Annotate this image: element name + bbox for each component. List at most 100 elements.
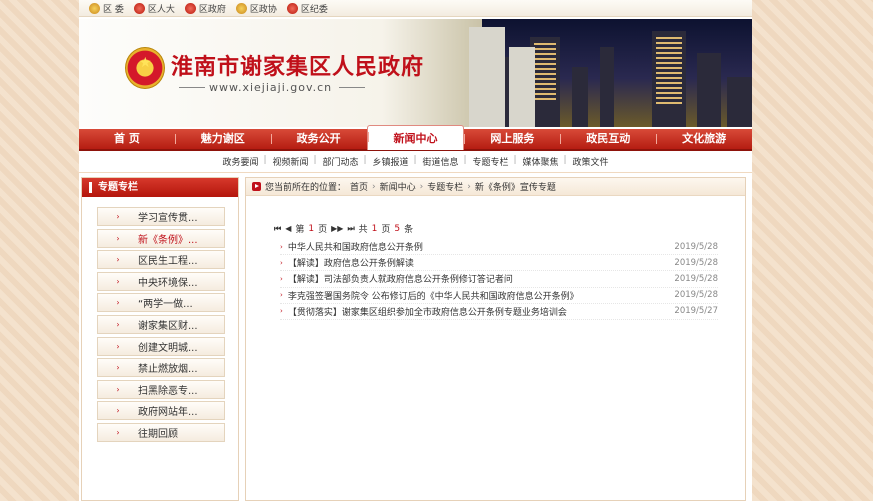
site-url: www.xiejiaji.gov.cn (209, 81, 333, 94)
main-navigation: 首 页 魅力谢区 政务公开 新闻中心 网上服务 政民互动 文化旅游 (79, 125, 752, 151)
location-arrow-icon (252, 182, 261, 191)
news-link[interactable]: › 中华人民共和国政府信息公开条例 (280, 240, 423, 254)
nav-item-citizen-interaction[interactable]: 政民互动 (560, 128, 656, 150)
pagination: ⏮ ◀ 第 1 页 ▶▶ ⏭ 共 1 页 5 条 (274, 223, 414, 236)
sidebar-item[interactable]: › 往期回顾 (97, 422, 225, 442)
breadcrumb-link-current[interactable]: 新《条例》宣传专题 (475, 180, 556, 193)
chevron-right-icon: › (372, 181, 376, 192)
topbar-link-district-cppcc[interactable]: 区政协 (235, 2, 277, 15)
sidebar-item[interactable]: › 禁止燃放烟... (97, 358, 225, 378)
subnav-item[interactable]: 政策文件 (564, 155, 616, 168)
sub-navigation: 政务要闻 视频新闻 部门动态 乡镇报道 街道信息 专题专栏 媒体聚焦 政策文件 (79, 151, 752, 173)
chevron-right-icon: › (116, 255, 120, 265)
sidebar-item[interactable]: › 政府网站年... (97, 401, 225, 421)
sidebar-item-active[interactable]: › 新《条例》... (97, 228, 225, 248)
page-container: 区 委 区人大 区政府 区政协 区纪委 ★ 淮南市谢家集区人民政府 www.xi… (79, 0, 752, 501)
nav-item-government-affairs[interactable]: 政务公开 (270, 128, 367, 150)
list-item: › 李克强签署国务院令 公布修订后的《中华人民共和国政府信息公开条例》 2019/… (280, 288, 718, 304)
national-emblem-icon: ★ (125, 47, 165, 89)
party-emblem-icon (286, 2, 298, 14)
list-item: › 中华人民共和国政府信息公开条例 2019/5/28 (280, 239, 718, 256)
nav-item-charm-district[interactable]: 魅力谢区 (174, 128, 271, 150)
content-area: 专题专栏 › 学习宣传贯... › 新《条例》... › 区民生工程... › 中央环境… (79, 174, 752, 501)
chevron-right-icon: › (116, 427, 120, 437)
chevron-right-icon: › (116, 233, 120, 243)
main-panel: 您当前所在的位置： 首页 › 新闻中心 › 专题专栏 › 新《条例》宣传专题 ⏮… (245, 177, 746, 501)
sidebar-item[interactable]: › 区民生工程... (97, 250, 225, 270)
chevron-right-icon: › (419, 181, 424, 192)
chevron-right-icon: › (116, 341, 120, 351)
first-page-icon[interactable]: ⏮ (274, 224, 281, 234)
breadcrumb-link-special-topics[interactable]: 专题专栏 (427, 180, 463, 193)
site-title: 淮南市谢家集区人民政府 (171, 54, 425, 80)
news-date: 2019/5/28 (674, 257, 718, 268)
subnav-item[interactable]: 政务要闻 (215, 155, 265, 168)
chevron-right-icon: › (116, 298, 120, 308)
sidebar-item[interactable]: › 扫黑除恶专... (97, 379, 225, 399)
chevron-right-icon: › (280, 274, 283, 283)
next-page-icon[interactable]: ▶▶ (331, 224, 343, 233)
breadcrumb: 您当前所在的位置： 首页 › 新闻中心 › 专题专栏 › 新《条例》宣传专题 (246, 178, 745, 196)
subnav-item[interactable]: 视频新闻 (263, 155, 315, 168)
party-emblem-icon (89, 2, 100, 14)
chevron-right-icon: › (116, 363, 120, 373)
news-date: 2019/5/28 (674, 290, 718, 301)
prev-page-icon[interactable]: ◀ (285, 224, 291, 233)
news-link[interactable]: › 【贯彻落实】谢家集区组织参加全市政府信息公开条例专题业务培训会 (280, 305, 567, 318)
subnav-item[interactable]: 乡镇报道 (363, 155, 415, 168)
nav-item-home[interactable]: 首 页 (79, 128, 175, 150)
chevron-right-icon: › (280, 258, 283, 267)
chevron-right-icon: › (116, 276, 120, 286)
total-count: 5 (394, 223, 401, 234)
breadcrumb-link-news-center[interactable]: 新闻中心 (380, 180, 416, 193)
subnav-item[interactable]: 部门动态 (313, 155, 365, 168)
list-item: › 【解读】政府信息公开条例解读 2019/5/28 (280, 255, 718, 272)
subnav-item[interactable]: 街道信息 (413, 155, 466, 168)
breadcrumb-link-home[interactable]: 首页 (350, 180, 368, 193)
topbar-link-district-congress[interactable]: 区人大 (133, 2, 175, 15)
sidebar-item[interactable]: › 谢家集区财... (97, 314, 225, 334)
sidebar: 专题专栏 › 学习宣传贯... › 新《条例》... › 区民生工程... › 中央环境… (81, 177, 239, 501)
cppcc-emblem-icon (235, 2, 247, 14)
news-list: › 中华人民共和国政府信息公开条例 2019/5/28 › 【解读】政府信息公开条例… (280, 239, 718, 320)
nav-item-culture-tourism[interactable]: 文化旅游 (656, 128, 752, 150)
last-page-icon[interactable]: ⏭ (347, 224, 354, 234)
chevron-right-icon: › (116, 384, 120, 394)
chevron-right-icon: › (280, 242, 283, 251)
list-item: › 【解读】司法部负责人就政府信息公开条例修订答记者问 2019/5/28 (280, 271, 718, 288)
chevron-right-icon: › (280, 291, 283, 300)
nav-item-news-center[interactable]: 新闻中心 (366, 125, 465, 150)
topbar-link-discipline-committee[interactable]: 区纪委 (286, 2, 328, 15)
national-emblem-icon (133, 2, 145, 14)
total-pages: 1 (371, 223, 378, 234)
top-links-bar: 区 委 区人大 区政府 区政协 区纪委 (79, 0, 752, 17)
header-banner: ★ 淮南市谢家集区人民政府 www.xiejiaji.gov.cn (79, 19, 752, 127)
sidebar-item[interactable]: › 学习宣传贯... (97, 207, 225, 226)
news-link[interactable]: › 李克强签署国务院令 公布修订后的《中华人民共和国政府信息公开条例》 (280, 289, 579, 302)
national-emblem-icon (184, 2, 196, 14)
sidebar-title: 专题专栏 (82, 178, 238, 197)
sidebar-item[interactable]: › 创建文明城... (97, 336, 225, 356)
news-date: 2019/5/28 (674, 273, 718, 284)
news-date: 2019/5/28 (674, 241, 718, 252)
sidebar-list: › 学习宣传贯... › 新《条例》... › 区民生工程... › 中央环境保... … (82, 197, 238, 442)
chevron-right-icon: › (280, 307, 283, 316)
page-background-left (0, 0, 79, 501)
sidebar-item[interactable]: › “两学一做... (97, 293, 225, 313)
chevron-right-icon: › (116, 212, 120, 221)
list-item: › 【贯彻落实】谢家集区组织参加全市政府信息公开条例专题业务培训会 2019/5/… (280, 304, 718, 320)
chevron-right-icon: › (116, 319, 120, 329)
topbar-link-district-committee[interactable]: 区 委 (89, 2, 124, 15)
chevron-right-icon: › (116, 406, 120, 416)
subnav-item[interactable]: 专题专栏 (464, 155, 516, 168)
current-page: 1 (308, 223, 315, 234)
nav-item-online-services[interactable]: 网上服务 (464, 128, 560, 150)
subnav-item[interactable]: 媒体聚焦 (514, 155, 566, 168)
page-background-right (752, 0, 873, 501)
news-link[interactable]: › 【解读】司法部负责人就政府信息公开条例修订答记者问 (280, 272, 513, 286)
topbar-link-district-government[interactable]: 区政府 (184, 2, 226, 15)
news-link[interactable]: › 【解读】政府信息公开条例解读 (280, 256, 414, 270)
chevron-right-icon: › (467, 181, 471, 192)
sidebar-item[interactable]: › 中央环境保... (97, 271, 225, 291)
news-date: 2019/5/27 (674, 306, 718, 317)
